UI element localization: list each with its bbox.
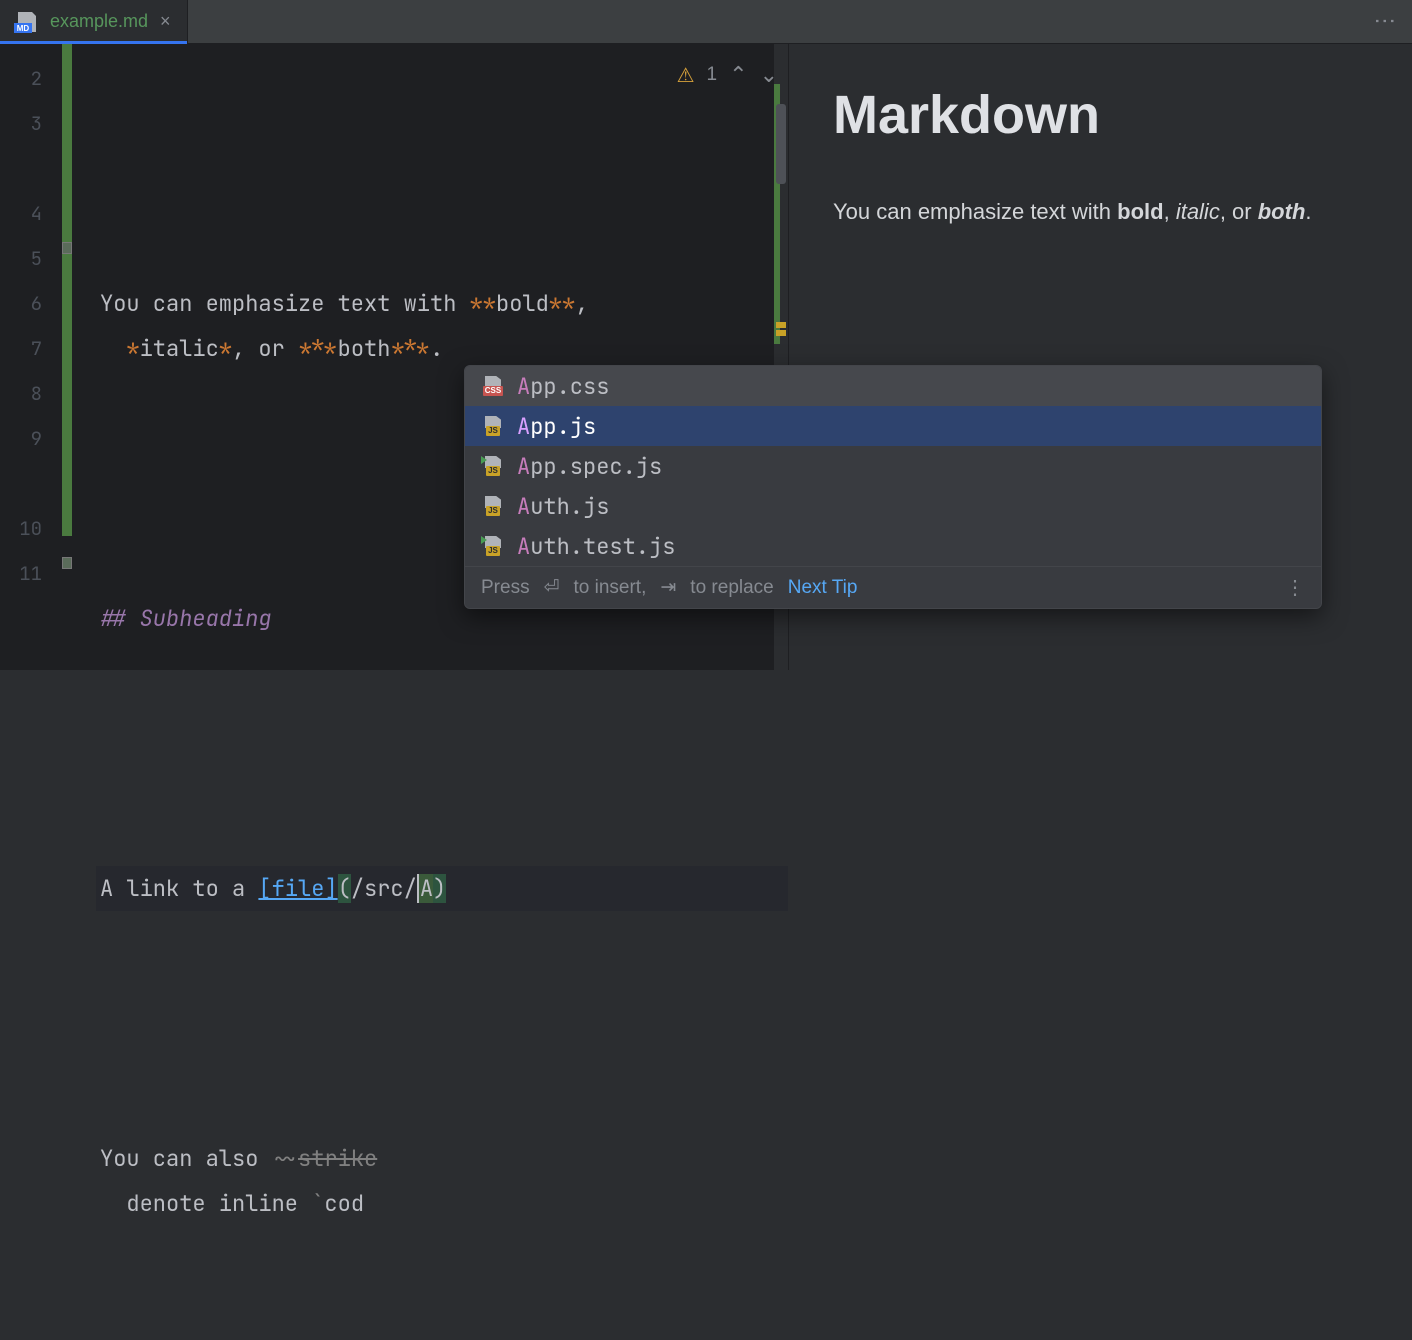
line-number[interactable]: 2 (0, 56, 56, 101)
fold-marker[interactable] (62, 557, 72, 569)
fold-column (56, 44, 96, 670)
js-file-icon: JS (481, 416, 505, 436)
code-line (96, 146, 788, 191)
gutter: 2 3 4 5 6 7 8 9 10 11 (0, 44, 56, 670)
close-icon[interactable]: × (158, 11, 173, 32)
md-file-icon: MD (14, 11, 40, 33)
line-number[interactable]: 4 (0, 191, 56, 236)
js-test-file-icon: JS (481, 536, 505, 556)
code-line: You can emphasize text with **bold**, *i… (96, 281, 788, 371)
code-line: You can also ~~strike denote inline `cod (96, 1136, 788, 1226)
line-number[interactable]: 7 (0, 326, 56, 371)
code-line (96, 731, 788, 776)
enter-key-icon: ⏎ (544, 576, 560, 599)
preview-h1: Markdown (833, 84, 1372, 146)
tab-key-icon: ⇥ (660, 576, 676, 599)
kebab-icon: ⋮ (1374, 10, 1396, 34)
code-line (96, 1001, 788, 1046)
chevron-up-icon[interactable]: ⌃ (729, 62, 747, 88)
js-file-icon: JS (481, 496, 505, 516)
svg-text:MD: MD (17, 24, 30, 33)
warning-icon: ⚠ (677, 63, 695, 88)
chevron-down-icon[interactable]: ⌄ (760, 62, 778, 88)
fold-marker[interactable] (62, 242, 72, 254)
autocomplete-item[interactable]: CSS App.css (465, 366, 1321, 406)
line-number[interactable]: 8 (0, 371, 56, 416)
line-number[interactable]: 5 (0, 236, 56, 281)
tab-options-menu[interactable]: ⋮ (1358, 0, 1412, 43)
tab-example-md[interactable]: MD example.md × (0, 0, 188, 43)
tab-name: example.md (50, 11, 148, 32)
autocomplete-item-selected[interactable]: JS App.js (465, 406, 1321, 446)
autocomplete-item[interactable]: JS Auth.js (465, 486, 1321, 526)
tab-bar: MD example.md × ⋮ (0, 0, 1412, 44)
line-number[interactable]: 6 (0, 281, 56, 326)
inspections-widget[interactable]: ⚠ 1 ⌃ ⌄ (677, 62, 778, 88)
autocomplete-item[interactable]: JS Auth.test.js (465, 526, 1321, 566)
line-number[interactable]: 3 (0, 101, 56, 191)
autocomplete-popup: CSS App.css JS App.js JS App.spec.js JS … (464, 365, 1322, 609)
js-test-file-icon: JS (481, 456, 505, 476)
scrollbar-thumb[interactable] (776, 104, 786, 184)
code-line-active: A link to a [file](/src/A) (96, 866, 788, 911)
css-file-icon: CSS (481, 376, 505, 396)
autocomplete-item[interactable]: JS App.spec.js (465, 446, 1321, 486)
line-number[interactable]: 9 (0, 416, 56, 506)
line-number[interactable]: 11 (0, 551, 56, 596)
vcs-change-stripe (62, 44, 72, 536)
preview-paragraph: You can emphasize text with bold, italic… (833, 190, 1372, 234)
next-tip-link[interactable]: Next Tip (788, 577, 858, 599)
warning-count: 1 (707, 64, 718, 86)
kebab-icon[interactable]: ⋮ (1285, 575, 1305, 600)
line-number[interactable]: 10 (0, 506, 56, 551)
autocomplete-footer: Press ⏎ to insert, ⇥ to replace Next Tip… (465, 566, 1321, 608)
code-line (96, 1316, 788, 1340)
